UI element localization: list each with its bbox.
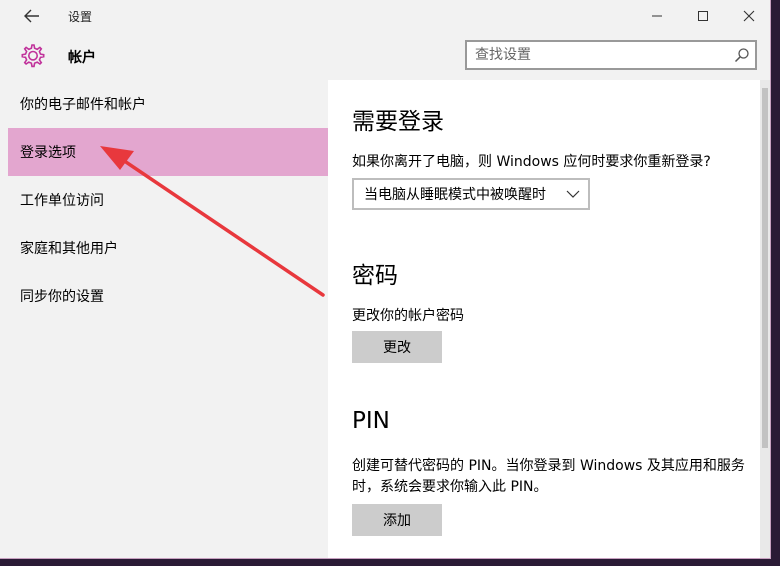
page-title: 帐户 bbox=[68, 50, 96, 66]
sidebar-item-label: 家庭和其他用户 bbox=[20, 241, 118, 257]
password-heading: 密码 bbox=[352, 263, 398, 289]
password-desc: 更改你的帐户密码 bbox=[352, 308, 464, 324]
sidebar-item-work-access[interactable]: 工作单位访问 bbox=[8, 176, 328, 224]
main-content: 需要登录 如果你离开了电脑，则 Windows 应何时要求你重新登录? 当电脑从… bbox=[328, 80, 760, 558]
sidebar-item-label: 工作单位访问 bbox=[20, 193, 104, 209]
sidebar-item-family-users[interactable]: 家庭和其他用户 bbox=[8, 224, 328, 272]
minimize-icon bbox=[652, 15, 662, 17]
title-bar: 设置 bbox=[0, 0, 770, 32]
require-signin-dropdown[interactable]: 当电脑从睡眠模式中被唤醒时 bbox=[352, 178, 590, 210]
scrollbar-thumb[interactable] bbox=[762, 88, 768, 448]
pin-desc: 创建可替代密码的 PIN。当你登录到 Windows 及其应用和服务时，系统会要… bbox=[352, 458, 745, 495]
maximize-icon bbox=[698, 11, 708, 21]
sidebar-item-email-accounts[interactable]: 你的电子邮件和帐户 bbox=[8, 80, 328, 128]
dropdown-value: 当电脑从睡眠模式中被唤醒时 bbox=[364, 187, 546, 203]
window-title: 设置 bbox=[68, 10, 93, 24]
add-pin-button[interactable]: 添加 bbox=[352, 504, 442, 536]
content-scrollbar[interactable] bbox=[760, 80, 770, 558]
sidebar-item-label: 你的电子邮件和帐户 bbox=[20, 97, 146, 113]
close-icon bbox=[743, 10, 755, 22]
sidebar-item-label: 同步你的设置 bbox=[20, 289, 104, 305]
sidebar-nav: 你的电子邮件和帐户 登录选项 工作单位访问 家庭和其他用户 同步你的设置 bbox=[0, 80, 328, 558]
close-button[interactable] bbox=[726, 0, 770, 32]
sidebar-item-label: 登录选项 bbox=[20, 145, 76, 161]
chevron-down-icon bbox=[566, 190, 580, 198]
maximize-button[interactable] bbox=[680, 0, 726, 32]
settings-window: 设置 帐户 查找设置 你的电子邮件和帐户 登录选项 工作单位访问 家庭和其他用户… bbox=[0, 0, 771, 559]
minimize-button[interactable] bbox=[634, 0, 680, 32]
change-password-button[interactable]: 更改 bbox=[352, 331, 442, 363]
back-button[interactable] bbox=[18, 4, 46, 28]
require-signin-question: 如果你离开了电脑，则 Windows 应何时要求你重新登录? bbox=[352, 154, 711, 170]
search-input[interactable] bbox=[467, 42, 725, 68]
gear-icon bbox=[21, 44, 45, 68]
require-signin-heading: 需要登录 bbox=[352, 109, 444, 135]
search-icon[interactable] bbox=[733, 46, 751, 64]
page-header: 帐户 bbox=[0, 32, 770, 80]
arrow-left-icon bbox=[24, 9, 39, 23]
pin-heading: PIN bbox=[352, 408, 390, 434]
sidebar-item-sign-in-options[interactable]: 登录选项 bbox=[8, 128, 328, 176]
sidebar-item-sync-settings[interactable]: 同步你的设置 bbox=[8, 272, 328, 320]
search-box[interactable] bbox=[465, 40, 757, 70]
